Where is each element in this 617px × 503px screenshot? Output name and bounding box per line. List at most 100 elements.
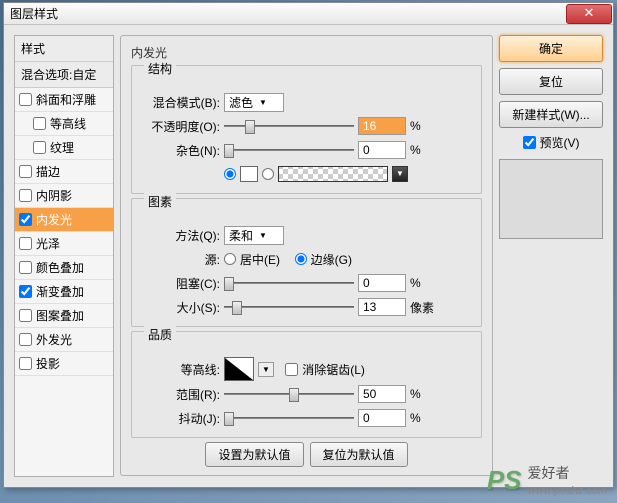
- style-item[interactable]: 投影: [15, 352, 113, 376]
- opacity-label: 不透明度(O):: [140, 118, 220, 135]
- style-item[interactable]: 渐变叠加: [15, 280, 113, 304]
- method-dropdown[interactable]: 柔和 ▼: [224, 226, 284, 245]
- noise-input[interactable]: [358, 141, 406, 159]
- style-checkbox[interactable]: [19, 285, 32, 298]
- style-checkbox[interactable]: [19, 189, 32, 202]
- color-radio[interactable]: [224, 168, 236, 180]
- style-label: 外发光: [36, 331, 72, 348]
- style-item[interactable]: 内阴影: [15, 184, 113, 208]
- style-item[interactable]: 光泽: [15, 232, 113, 256]
- color-swatch[interactable]: [240, 166, 258, 182]
- gradient-dropdown-arrow[interactable]: ▼: [392, 166, 408, 182]
- source-edge-label: 边缘(G): [311, 251, 352, 268]
- opacity-unit: %: [410, 119, 440, 133]
- antialias-label: 消除锯齿(L): [302, 361, 365, 378]
- style-label: 等高线: [50, 115, 86, 132]
- style-item[interactable]: 内发光: [15, 208, 113, 232]
- choke-label: 阻塞(C):: [140, 275, 220, 292]
- style-item[interactable]: 颜色叠加: [15, 256, 113, 280]
- preview-toggle[interactable]: 预览(V): [499, 134, 603, 151]
- range-input[interactable]: [358, 385, 406, 403]
- blend-options-item[interactable]: 混合选项:自定: [15, 62, 113, 88]
- source-label: 源:: [140, 251, 220, 268]
- style-label: 纹理: [50, 139, 74, 156]
- jitter-unit: %: [410, 411, 440, 425]
- quality-title: 品质: [144, 326, 176, 343]
- range-label: 范围(R):: [140, 386, 220, 403]
- panel-title: 内发光: [131, 44, 482, 61]
- watermark: PS 爱好者 www.psahz.com: [487, 463, 607, 497]
- styles-panel: 样式 混合选项:自定 斜面和浮雕等高线纹理描边内阴影内发光光泽颜色叠加渐变叠加图…: [14, 35, 114, 477]
- blend-mode-value: 滤色: [229, 94, 253, 111]
- close-button[interactable]: ✕: [566, 4, 612, 24]
- preview-box: [499, 159, 603, 239]
- choke-unit: %: [410, 276, 440, 290]
- style-checkbox[interactable]: [19, 333, 32, 346]
- range-slider[interactable]: [224, 385, 354, 403]
- new-style-button[interactable]: 新建样式(W)...: [499, 101, 603, 128]
- noise-slider[interactable]: [224, 141, 354, 159]
- style-item[interactable]: 斜面和浮雕: [15, 88, 113, 112]
- elements-group: 图素 方法(Q): 柔和 ▼ 源: 居中(E): [131, 198, 482, 327]
- style-checkbox[interactable]: [33, 117, 46, 130]
- method-label: 方法(Q):: [140, 227, 220, 244]
- structure-group: 结构 混合模式(B): 滤色 ▼ 不透明度(O): %: [131, 65, 482, 194]
- chevron-down-icon: ▼: [259, 98, 267, 107]
- contour-swatch[interactable]: [224, 357, 254, 381]
- style-checkbox[interactable]: [19, 93, 32, 106]
- set-default-button[interactable]: 设置为默认值: [205, 442, 303, 467]
- ok-button[interactable]: 确定: [499, 35, 603, 62]
- opacity-slider[interactable]: [224, 117, 354, 135]
- dialog-content: 样式 混合选项:自定 斜面和浮雕等高线纹理描边内阴影内发光光泽颜色叠加渐变叠加图…: [4, 25, 613, 487]
- style-label: 图案叠加: [36, 307, 84, 324]
- preview-checkbox[interactable]: [523, 136, 536, 149]
- jitter-slider[interactable]: [224, 409, 354, 427]
- cancel-button[interactable]: 复位: [499, 68, 603, 95]
- opacity-input[interactable]: [358, 117, 406, 135]
- source-edge-radio[interactable]: [295, 253, 307, 265]
- size-unit: 像素: [410, 299, 440, 316]
- style-item[interactable]: 外发光: [15, 328, 113, 352]
- chevron-down-icon[interactable]: ▼: [258, 362, 274, 377]
- style-label: 投影: [36, 355, 60, 372]
- choke-slider[interactable]: [224, 274, 354, 292]
- method-value: 柔和: [229, 227, 253, 244]
- blend-mode-dropdown[interactable]: 滤色 ▼: [224, 93, 284, 112]
- style-item[interactable]: 描边: [15, 160, 113, 184]
- style-checkbox[interactable]: [19, 309, 32, 322]
- style-item[interactable]: 图案叠加: [15, 304, 113, 328]
- settings-panel: 内发光 结构 混合模式(B): 滤色 ▼ 不透明度(O):: [120, 35, 493, 477]
- size-slider[interactable]: [224, 298, 354, 316]
- style-label: 内阴影: [36, 187, 72, 204]
- gradient-swatch[interactable]: [278, 166, 388, 182]
- styles-header[interactable]: 样式: [15, 36, 113, 62]
- style-checkbox[interactable]: [19, 165, 32, 178]
- titlebar: 图层样式 ✕: [4, 3, 613, 25]
- style-checkbox[interactable]: [33, 141, 46, 154]
- style-checkbox[interactable]: [19, 357, 32, 370]
- choke-input[interactable]: [358, 274, 406, 292]
- right-panel: 确定 复位 新建样式(W)... 预览(V): [499, 35, 603, 477]
- window-title: 图层样式: [10, 5, 58, 22]
- style-label: 颜色叠加: [36, 259, 84, 276]
- style-label: 光泽: [36, 235, 60, 252]
- antialias-checkbox[interactable]: [285, 363, 298, 376]
- blend-mode-label: 混合模式(B):: [140, 94, 220, 111]
- gradient-radio[interactable]: [262, 168, 274, 180]
- style-checkbox[interactable]: [19, 213, 32, 226]
- structure-title: 结构: [144, 60, 176, 77]
- size-input[interactable]: [358, 298, 406, 316]
- reset-default-button[interactable]: 复位为默认值: [310, 442, 408, 467]
- watermark-url: www.psahz.com: [528, 485, 607, 497]
- layer-style-dialog: 图层样式 ✕ 样式 混合选项:自定 斜面和浮雕等高线纹理描边内阴影内发光光泽颜色…: [3, 2, 614, 488]
- style-item[interactable]: 等高线: [15, 112, 113, 136]
- jitter-input[interactable]: [358, 409, 406, 427]
- style-checkbox[interactable]: [19, 261, 32, 274]
- style-item[interactable]: 纹理: [15, 136, 113, 160]
- style-checkbox[interactable]: [19, 237, 32, 250]
- elements-title: 图素: [144, 193, 176, 210]
- style-label: 描边: [36, 163, 60, 180]
- source-center-radio[interactable]: [224, 253, 236, 265]
- chevron-down-icon: ▼: [259, 231, 267, 240]
- contour-label: 等高线:: [140, 361, 220, 378]
